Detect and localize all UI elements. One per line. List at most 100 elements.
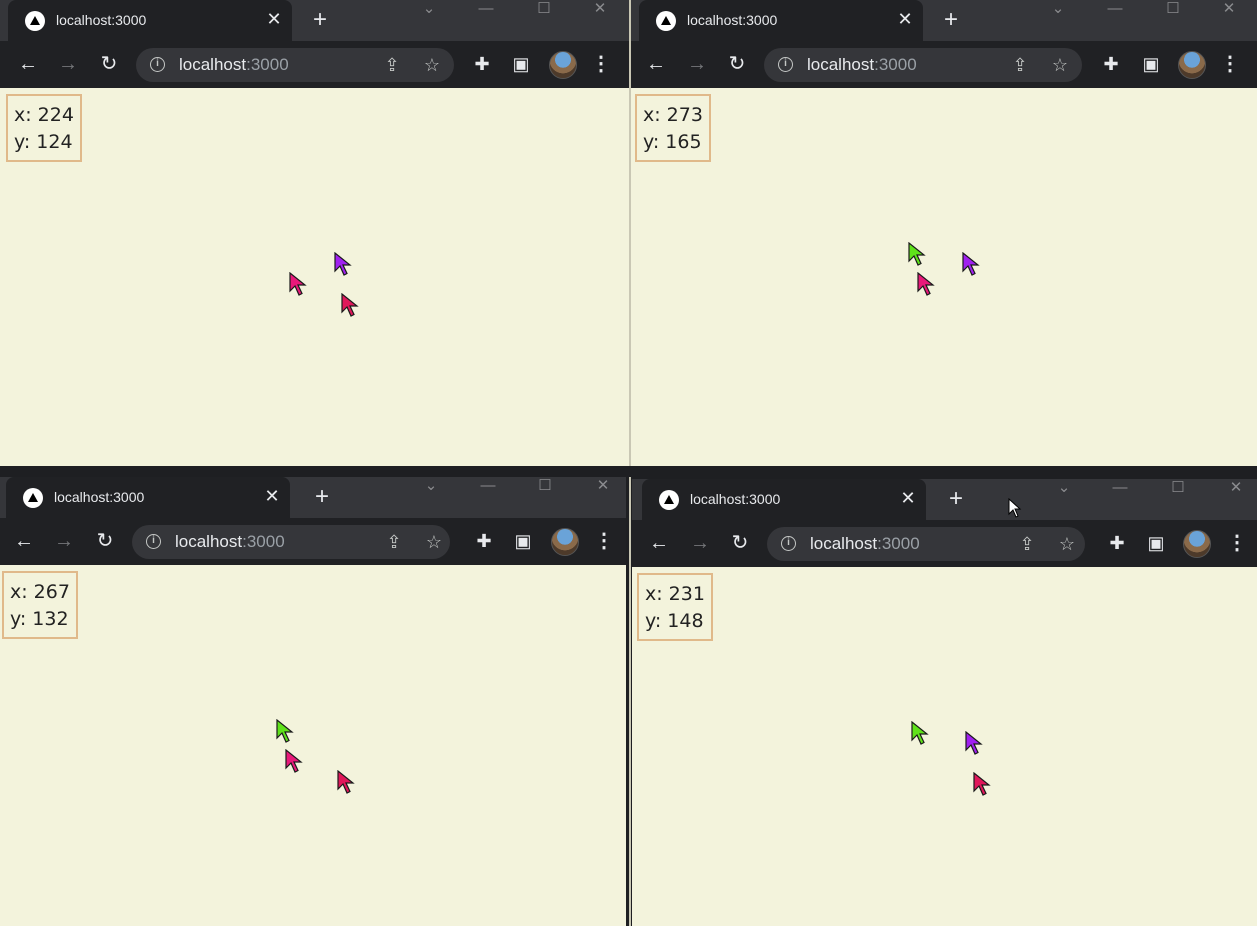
minimize-button[interactable]: — (1105, 479, 1135, 503)
x-coordinate: x: 267 (10, 581, 70, 603)
remote-cursor-green-icon (911, 721, 929, 745)
reload-button[interactable]: ↻ (727, 531, 753, 557)
new-tab-button[interactable]: + (310, 485, 334, 510)
tab-close-icon[interactable]: ✕ (264, 9, 284, 29)
back-button[interactable]: ← (15, 52, 41, 78)
page-content[interactable]: x: 267 y: 132 (0, 565, 626, 926)
maximize-button[interactable]: ☐ (1163, 479, 1193, 503)
site-info-icon[interactable]: i (150, 57, 165, 72)
tab-close-icon[interactable]: ✕ (898, 488, 918, 508)
extensions-icon[interactable]: ✚ (1105, 531, 1129, 555)
minimize-button[interactable]: — (471, 0, 501, 24)
minimize-button[interactable]: — (473, 477, 503, 501)
browser-tab[interactable]: localhost:3000 ✕ (642, 479, 926, 520)
browser-menu-icon[interactable]: ⋮ (1227, 531, 1247, 557)
side-panel-icon[interactable]: ▣ (1139, 52, 1163, 76)
site-info-icon[interactable]: i (778, 57, 793, 72)
maximize-button[interactable]: ☐ (529, 0, 559, 24)
browser-tab[interactable]: localhost:3000 ✕ (8, 0, 292, 41)
side-panel-icon[interactable]: ▣ (511, 529, 535, 553)
favicon-icon (659, 490, 679, 510)
tab-title: localhost:3000 (690, 491, 781, 507)
address-bar[interactable]: i localhost:3000 ⇪ ☆ (767, 527, 1085, 561)
title-bar: localhost:3000 ✕ + ⌄ — ☐ ✕ (0, 0, 629, 41)
favicon-icon (23, 488, 43, 508)
site-info-icon[interactable]: i (781, 536, 796, 551)
tab-close-icon[interactable]: ✕ (895, 9, 915, 29)
profile-avatar[interactable] (1178, 51, 1206, 79)
browser-tab[interactable]: localhost:3000 ✕ (6, 477, 290, 518)
page-content[interactable]: x: 273 y: 165 (631, 88, 1257, 466)
extensions-icon[interactable]: ✚ (1099, 52, 1123, 76)
coordinates-readout: x: 273 y: 165 (635, 94, 711, 162)
maximize-button[interactable]: ☐ (1158, 0, 1188, 24)
side-panel-icon[interactable]: ▣ (509, 52, 533, 76)
extensions-icon[interactable]: ✚ (472, 529, 496, 553)
page-content[interactable]: x: 224 y: 124 (0, 88, 629, 466)
address-bar[interactable]: i localhost:3000 ⇪ ☆ (764, 48, 1082, 82)
bookmark-star-icon[interactable]: ☆ (1056, 533, 1078, 555)
share-icon[interactable]: ⇪ (381, 54, 403, 76)
reload-button[interactable]: ↻ (92, 529, 118, 555)
forward-button[interactable]: → (55, 52, 81, 78)
back-button[interactable]: ← (646, 531, 672, 557)
browser-menu-icon[interactable]: ⋮ (591, 52, 611, 78)
tab-close-icon[interactable]: ✕ (262, 486, 282, 506)
close-window-button[interactable]: ✕ (588, 477, 618, 501)
bookmark-star-icon[interactable]: ☆ (1049, 54, 1071, 76)
minimize-button[interactable]: — (1100, 0, 1130, 24)
new-tab-button[interactable]: + (308, 8, 332, 33)
share-icon[interactable]: ⇪ (1009, 54, 1031, 76)
page-content[interactable]: x: 231 y: 148 (632, 567, 1257, 926)
browser-toolbar: ← → ↻ i localhost:3000 ⇪ ☆ ✚ ▣ ⋮ (0, 41, 629, 88)
reload-button[interactable]: ↻ (96, 52, 122, 78)
remote-cursor-green-icon (276, 719, 294, 743)
forward-button[interactable]: → (684, 52, 710, 78)
reload-button[interactable]: ↻ (724, 52, 750, 78)
browser-toolbar: ← → ↻ i localhost:3000 ⇪ ☆ ✚ ▣ ⋮ (632, 520, 1257, 567)
tab-search-dropdown-icon[interactable]: ⌄ (414, 0, 444, 24)
address-bar[interactable]: i localhost:3000 ⇪ ☆ (136, 48, 454, 82)
bookmark-star-icon[interactable]: ☆ (423, 531, 445, 553)
close-window-button[interactable]: ✕ (1214, 0, 1244, 24)
maximize-button[interactable]: ☐ (530, 477, 560, 501)
browser-tab[interactable]: localhost:3000 ✕ (639, 0, 923, 41)
tab-search-dropdown-icon[interactable]: ⌄ (416, 477, 446, 501)
side-panel-icon[interactable]: ▣ (1144, 531, 1168, 555)
back-button[interactable]: ← (11, 529, 37, 555)
profile-avatar[interactable] (1183, 530, 1211, 558)
close-window-button[interactable]: ✕ (1221, 479, 1251, 503)
forward-button[interactable]: → (687, 531, 713, 557)
back-button[interactable]: ← (643, 52, 669, 78)
new-tab-button[interactable]: + (944, 487, 968, 512)
x-coordinate: x: 231 (645, 583, 705, 605)
share-icon[interactable]: ⇪ (1016, 533, 1038, 555)
site-info-icon[interactable]: i (146, 534, 161, 549)
y-coordinate: y: 148 (645, 610, 704, 632)
forward-button[interactable]: → (51, 529, 77, 555)
title-bar: localhost:3000 ✕ + ⌄ — ☐ ✕ (631, 0, 1257, 41)
title-bar: localhost:3000 ✕ + ⌄ — ☐ ✕ (632, 479, 1257, 520)
tab-title: localhost:3000 (687, 12, 778, 28)
desktop: localhost:3000 ✕ + ⌄ — ☐ ✕ ← → ↻ i local… (0, 0, 1257, 926)
share-icon[interactable]: ⇪ (383, 531, 405, 553)
y-coordinate: y: 165 (643, 131, 702, 153)
close-window-button[interactable]: ✕ (585, 0, 615, 24)
new-tab-button[interactable]: + (939, 8, 963, 33)
bookmark-star-icon[interactable]: ☆ (421, 54, 443, 76)
address-bar[interactable]: i localhost:3000 ⇪ ☆ (132, 525, 450, 559)
url-text: localhost:3000 (810, 534, 920, 553)
browser-window-bottom-left: localhost:3000 ✕ + ⌄ — ☐ ✕ ← → ↻ i local… (0, 477, 626, 926)
extensions-icon[interactable]: ✚ (470, 52, 494, 76)
browser-menu-icon[interactable]: ⋮ (594, 529, 614, 555)
coordinates-readout: x: 267 y: 132 (2, 571, 78, 639)
browser-window-top-left: localhost:3000 ✕ + ⌄ — ☐ ✕ ← → ↻ i local… (0, 0, 629, 466)
x-coordinate: x: 224 (14, 104, 74, 126)
tab-search-dropdown-icon[interactable]: ⌄ (1049, 479, 1079, 503)
mouse-pointer-icon (1008, 498, 1022, 518)
profile-avatar[interactable] (549, 51, 577, 79)
window-divider (0, 466, 1257, 477)
profile-avatar[interactable] (551, 528, 579, 556)
browser-menu-icon[interactable]: ⋮ (1220, 52, 1240, 78)
tab-search-dropdown-icon[interactable]: ⌄ (1043, 0, 1073, 24)
